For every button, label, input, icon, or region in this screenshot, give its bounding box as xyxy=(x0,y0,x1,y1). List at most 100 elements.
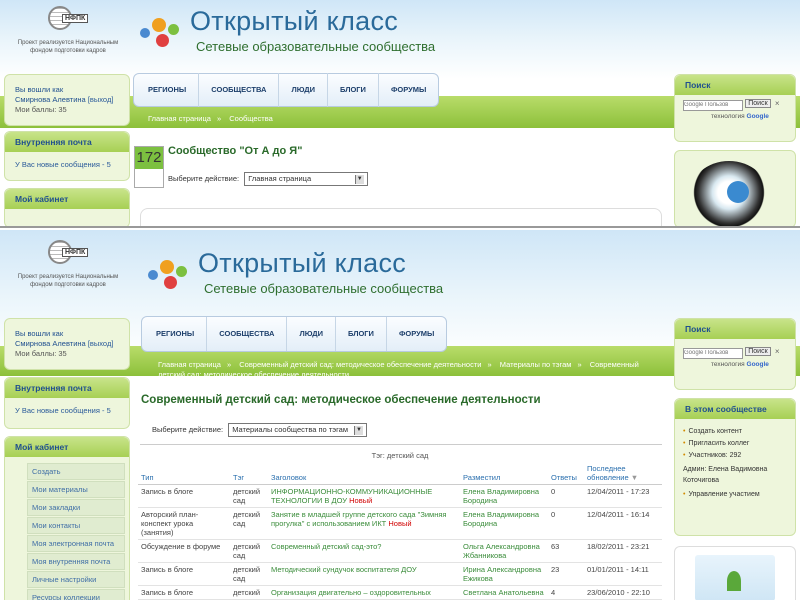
column-header-tag[interactable]: Тэг xyxy=(230,462,268,485)
nav-blogs[interactable]: БЛОГИ xyxy=(336,317,387,351)
cabinet-item-bookmarks[interactable]: Мои закладки xyxy=(27,499,125,516)
breadcrumb: Главная страница» Сообщества xyxy=(148,114,273,123)
invite-link[interactable]: • Пригласить коллег xyxy=(683,440,787,447)
user-name[interactable]: Смирнова Алевтина xyxy=(15,339,86,348)
post-title-link[interactable]: Методический сундучок воспитателя ДОУ xyxy=(268,562,460,586)
promo-box xyxy=(674,150,796,226)
user-box: Вы вошли как Смирнова Алевтина [выход] М… xyxy=(4,74,130,126)
nav-blogs[interactable]: БЛОГИ xyxy=(328,73,379,107)
column-header-updated[interactable]: Последнее обновление ▼ xyxy=(584,462,662,485)
create-content-link[interactable]: • Создать контент xyxy=(683,428,787,435)
mail-box: Внутренняя почта У Вас новые сообщения -… xyxy=(4,131,130,181)
nav-forums[interactable]: ФОРУМЫ xyxy=(387,317,446,351)
user-box: Вы вошли как Смирнова Алевтина [выход] М… xyxy=(4,318,130,370)
table-row: Запись в блоге детский Организация двига… xyxy=(138,585,662,600)
search-title: Поиск xyxy=(675,75,795,95)
search-button[interactable]: Поиск xyxy=(745,99,771,108)
cabinet-title: Мой кабинет xyxy=(5,189,129,209)
action-picker: Выберите действие: Главная страница ▼ xyxy=(168,172,368,186)
breadcrumb-item[interactable]: Главная страница xyxy=(158,360,221,369)
cabinet-item-materials[interactable]: Мои материалы xyxy=(27,481,125,498)
post-title-link[interactable]: Занятие в младшей группе детского сада "… xyxy=(268,507,460,540)
column-header-replies[interactable]: Ответы xyxy=(548,462,584,485)
softline-banner[interactable] xyxy=(674,546,796,600)
column-header-title[interactable]: Заголовок xyxy=(268,462,460,485)
nav-communities[interactable]: СООБЩЕСТВА xyxy=(199,73,280,107)
post-title-link[interactable]: Современный детский сад-это? xyxy=(268,539,460,563)
logo-caption: Проект реализуется Национальным фондом п… xyxy=(17,40,119,54)
nav-communities[interactable]: СООБЩЕСТВА xyxy=(207,317,288,351)
chevron-down-icon: ▼ xyxy=(354,174,364,184)
author-link[interactable]: Елена Владимировна Бородина xyxy=(460,507,548,540)
admin-info: Админ: Елена Вадимовна Коточигова xyxy=(683,466,768,484)
cabinet-item-settings[interactable]: Личные настройки xyxy=(27,571,125,588)
column-header-type[interactable]: Тип xyxy=(138,462,230,485)
cabinet-item-collection[interactable]: Ресурсы коллекции xyxy=(27,589,125,600)
sort-arrow-icon: ▼ xyxy=(630,473,639,482)
breadcrumb-item[interactable]: Сообщества xyxy=(229,114,273,123)
site-title: Открытый класс xyxy=(190,6,399,36)
nfpk-logo[interactable]: НФПК Проект реализуется Национальным фон… xyxy=(8,240,128,289)
new-messages-link[interactable]: У Вас новые сообщения - 5 xyxy=(15,160,111,169)
breadcrumb-item[interactable]: Главная страница xyxy=(148,114,211,123)
site-title: Открытый класс xyxy=(198,248,407,278)
table-row: Авторский план-конспект урока (занятия) … xyxy=(138,507,662,540)
cabinet-box: Мой кабинет Создать Мои материалы Мои за… xyxy=(4,436,130,600)
nav-regions[interactable]: РЕГИОНЫ xyxy=(136,73,200,107)
author-link[interactable]: Ольга Александровна Жбанникова xyxy=(460,539,548,563)
action-select[interactable]: Материалы сообщества по тэгам ▼ xyxy=(228,423,367,437)
logout-link[interactable]: [выход] xyxy=(88,339,114,348)
breadcrumb-item[interactable]: Материалы по тэгам xyxy=(500,360,572,369)
balls-logo-icon xyxy=(146,256,192,296)
cabinet-item-internal-mail[interactable]: Моя внутренняя почта xyxy=(27,553,125,570)
breadcrumb: Главная страница» Современный детский са… xyxy=(158,360,639,379)
user-points: Мои баллы: 35 xyxy=(15,105,67,114)
column-header-author[interactable]: Разместил xyxy=(460,462,548,485)
cabinet-item-create[interactable]: Создать xyxy=(27,463,125,480)
community-box-title: В этом сообществе xyxy=(675,399,795,419)
cabinet-box: Мой кабинет xyxy=(4,188,130,226)
nav-people[interactable]: ЛЮДИ xyxy=(279,73,328,107)
breadcrumb-item[interactable]: Современный детский сад: методическое об… xyxy=(239,360,481,369)
user-points: Мои баллы: 35 xyxy=(15,349,67,358)
member-count-badge: 172 xyxy=(134,146,164,188)
logout-link[interactable]: [выход] xyxy=(88,95,114,104)
screenshot-bottom: НФПК Проект реализуется Национальным фон… xyxy=(0,230,800,600)
manage-membership-link[interactable]: • Управление участием xyxy=(683,491,787,498)
mail-box: Внутренняя почта У Вас новые сообщения -… xyxy=(4,377,130,429)
main-nav: РЕГИОНЫ СООБЩЕСТВА ЛЮДИ БЛОГИ ФОРУМЫ xyxy=(141,316,448,352)
google-logo: Google xyxy=(746,112,769,120)
cabinet-item-email[interactable]: Моя электронная почта xyxy=(27,535,125,552)
search-input[interactable] xyxy=(683,99,743,111)
globe-icon: НФПК xyxy=(44,240,92,270)
content-divider xyxy=(140,444,662,445)
post-title-link[interactable]: ИНФОРМАЦИОННО-КОММУНИКАЦИОННЫЕ ТЕХНОЛОГИ… xyxy=(268,484,460,508)
author-link[interactable]: Елена Владимировна Бородина xyxy=(460,484,548,508)
plant-icon xyxy=(727,571,741,591)
user-name[interactable]: Смирнова Алевтина xyxy=(15,95,86,104)
cabinet-item-contacts[interactable]: Мои контакты xyxy=(27,517,125,534)
author-link[interactable]: Светлана Анатольевна xyxy=(460,585,548,600)
nfpk-logo[interactable]: НФПК Проект реализуется Национальным фон… xyxy=(8,6,128,55)
tag-filter-label: Тэг: детский сад xyxy=(371,451,429,460)
balls-logo-icon xyxy=(138,14,184,54)
nav-people[interactable]: ЛЮДИ xyxy=(287,317,336,351)
nav-regions[interactable]: РЕГИОНЫ xyxy=(144,317,208,351)
new-messages-link[interactable]: У Вас новые сообщения - 5 xyxy=(15,406,111,415)
action-select[interactable]: Главная страница ▼ xyxy=(244,172,368,186)
posts-table: Тип Тэг Заголовок Разместил Ответы После… xyxy=(138,462,662,600)
search-title: Поиск xyxy=(675,319,795,339)
action-picker: Выберите действие: Материалы сообщества … xyxy=(152,423,367,437)
author-link[interactable]: Ирина Александровна Ежикова xyxy=(460,562,548,586)
search-input[interactable] xyxy=(683,347,743,359)
close-icon[interactable]: × xyxy=(775,99,780,108)
site-header: НФПК Проект реализуется Национальным фон… xyxy=(0,0,800,75)
post-title-link[interactable]: Организация двигательно – оздоровительны… xyxy=(268,585,460,600)
search-button[interactable]: Поиск xyxy=(745,347,771,356)
mail-title: Внутренняя почта xyxy=(5,132,129,152)
globe-icon: НФПК xyxy=(44,6,92,36)
close-icon[interactable]: × xyxy=(775,347,780,356)
nav-forums[interactable]: ФОРУМЫ xyxy=(379,73,438,107)
new-badge: Новый xyxy=(349,496,373,505)
screenshot-top: НФПК Проект реализуется Национальным фон… xyxy=(0,0,800,228)
